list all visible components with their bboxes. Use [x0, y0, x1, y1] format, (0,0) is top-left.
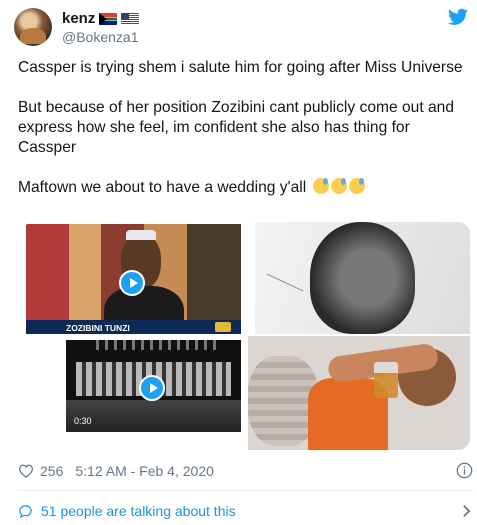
display-name[interactable]: kenz: [62, 10, 95, 27]
sweat-smile-emoji-icon: [312, 178, 329, 194]
media-grid: ZOZIBINI TUNZI 0:30: [22, 222, 470, 450]
twitter-bird-icon[interactable]: [448, 8, 468, 26]
portrait-subject: [310, 222, 415, 334]
media-photo-tile[interactable]: [255, 222, 470, 334]
user-handle[interactable]: @Bokenza1: [62, 29, 138, 45]
talking-label[interactable]: 51 people are talking about this: [41, 503, 236, 519]
decorative-line: [266, 273, 304, 292]
sweat-smile-emoji-icon: [330, 178, 347, 194]
avatar[interactable]: [14, 8, 52, 46]
south-africa-flag-icon: [99, 12, 118, 25]
sweat-smile-emoji-icon: [348, 178, 365, 194]
tweet-paragraph: Cassper is trying shem i salute him for …: [18, 59, 463, 76]
media-video-tile[interactable]: ZOZIBINI TUNZI: [26, 224, 241, 334]
video-duration: 0:30: [74, 416, 92, 426]
play-icon[interactable]: [119, 270, 145, 296]
tweet-paragraph-text: Maftown we about to have a wedding y'all: [18, 179, 307, 196]
like-count[interactable]: 256: [40, 463, 63, 479]
crown-shape: [126, 230, 156, 240]
channel-logo-icon: [215, 322, 231, 332]
tweet-body: Cassper is trying shem i salute him for …: [18, 58, 470, 198]
timestamp[interactable]: 5:12 AM - Feb 4, 2020: [75, 463, 214, 479]
tv-lower-third: [26, 320, 241, 334]
speech-bubble-icon: [19, 504, 32, 518]
tweet-header: kenz @Bokenza1: [14, 8, 474, 48]
stage-floor: [66, 400, 241, 432]
us-flag-icon: [121, 12, 140, 25]
play-icon[interactable]: [139, 375, 165, 401]
cup-shape: [374, 362, 398, 398]
tv-caption: ZOZIBINI TUNZI: [66, 323, 130, 333]
media-video-tile[interactable]: 0:30: [66, 340, 241, 432]
info-icon[interactable]: [456, 462, 473, 479]
tweet-paragraph: Maftown we about to have a wedding y'all: [18, 178, 470, 198]
stage-lights: [96, 340, 216, 350]
chevron-right-icon[interactable]: [462, 504, 471, 518]
name-row: kenz: [62, 10, 140, 27]
tweet-paragraph: But because of her position Zozibini can…: [18, 99, 455, 156]
media-photo-tile[interactable]: [248, 336, 470, 450]
heart-icon[interactable]: [18, 464, 34, 478]
tweet-meta: 256 5:12 AM - Feb 4, 2020: [18, 462, 473, 480]
divider: [18, 490, 473, 491]
conversation-link[interactable]: 51 people are talking about this: [18, 502, 473, 520]
